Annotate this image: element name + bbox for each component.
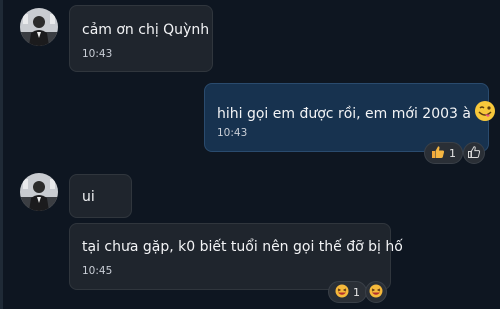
sender-avatar[interactable] — [20, 173, 58, 211]
message-text-wrap: hihi gọi em được rồi, em mới 2003 à — [217, 100, 496, 127]
scrollbar-track — [0, 0, 3, 309]
message-text: tại chưa gặp, k0 biết tuổi nên gọi thế đ… — [82, 239, 403, 255]
reaction-laughing-face[interactable]: 1 — [328, 281, 367, 303]
reaction-count: 1 — [449, 146, 456, 160]
thumbs-up-icon — [431, 145, 445, 162]
message-text: ui — [82, 189, 95, 205]
thumbs-up-outline-icon — [467, 145, 481, 162]
laughing-face-icon — [335, 284, 349, 301]
incoming-message-bubble[interactable]: cảm ơn chị Quỳnh 10:43 — [69, 5, 213, 72]
add-reaction-button[interactable] — [463, 142, 485, 164]
message-time: 10:43 — [82, 48, 113, 60]
add-reaction-button[interactable] — [365, 281, 387, 303]
message-text: hihi gọi em được rồi, em mới 2003 à — [217, 106, 471, 122]
winking-face-with-tongue-icon — [474, 100, 496, 127]
reaction-thumbs-up[interactable]: 1 — [424, 142, 463, 164]
profile-photo — [20, 173, 58, 211]
laughing-face-icon — [369, 284, 383, 301]
message-time: 10:45 — [82, 265, 113, 277]
reaction-count: 1 — [353, 285, 360, 299]
message-time: 10:43 — [217, 127, 248, 139]
sender-avatar[interactable] — [20, 8, 58, 46]
message-text: cảm ơn chị Quỳnh — [82, 22, 210, 38]
profile-photo — [20, 8, 58, 46]
incoming-message-bubble[interactable]: tại chưa gặp, k0 biết tuổi nên gọi thế đ… — [69, 223, 403, 290]
incoming-message-bubble[interactable]: ui — [69, 174, 132, 218]
